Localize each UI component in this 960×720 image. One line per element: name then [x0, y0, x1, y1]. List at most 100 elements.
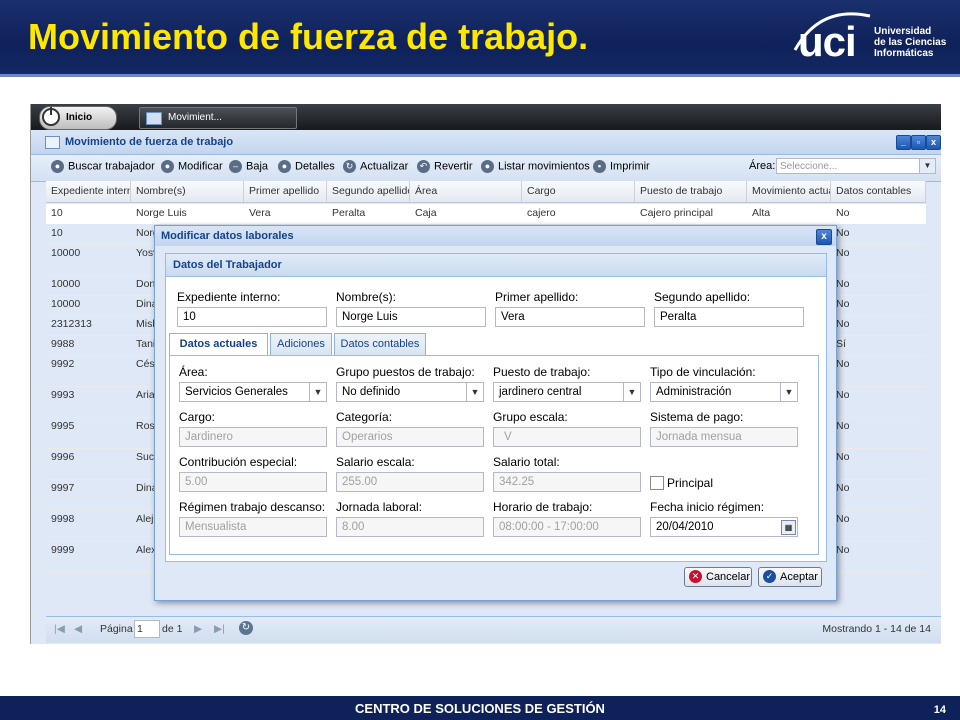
tab-adiciones[interactable]: Adiciones — [270, 333, 332, 355]
check-icon: ✓ — [763, 570, 776, 583]
regimen-field: Mensualista — [179, 517, 327, 537]
table-cell: No — [836, 513, 850, 525]
table-cell: 9999 — [51, 544, 75, 556]
table-cell: Cajero principal — [640, 207, 713, 219]
close-window-button[interactable]: x — [926, 135, 941, 150]
slide-footer: CENTRO DE SOLUCIONES DE GESTIÓN 14 — [0, 696, 960, 720]
table-cell: 9998 — [51, 513, 75, 525]
segundo-apellido-field[interactable]: Peralta — [654, 307, 804, 327]
print-icon: ▪ — [593, 160, 606, 173]
salario-escala-field: 255.00 — [336, 472, 484, 492]
grupo-puestos-select[interactable]: No definido ▼ — [336, 382, 484, 402]
tab-datos-actuales[interactable]: Datos actuales — [169, 333, 268, 356]
table-cell: 10000 — [51, 278, 81, 290]
table-cell: Sí — [836, 338, 846, 350]
section-title: Datos del Trabajador — [173, 259, 282, 271]
chevron-down-icon: ▼ — [919, 159, 935, 173]
slide-title: Movimiento de fuerza de trabajo. — [28, 16, 589, 57]
table-row[interactable]: 10 Norge Luis Vera Peralta Caja cajero Cajero … — [46, 204, 926, 225]
minimize-button[interactable]: _ — [896, 135, 911, 150]
refresh-icon[interactable]: ↻ — [239, 621, 253, 635]
table-cell: No — [836, 544, 850, 556]
table-cell: No — [836, 207, 850, 219]
table-cell: No — [836, 227, 850, 239]
grid-column-header[interactable]: Nombre(s) — [131, 181, 244, 202]
refresh-icon: ↻ — [343, 160, 356, 173]
cancel-icon: ✕ — [689, 570, 702, 583]
restore-button[interactable]: ▫ — [911, 135, 926, 150]
table-cell: 9995 — [51, 420, 75, 432]
grid-column-header[interactable]: Segundo apellido — [327, 181, 410, 202]
table-cell: No — [836, 482, 850, 494]
pagination-toolbar: |◀ ◀ Página 1 de 1 ▶ ▶| ↻ Mostrando 1 - … — [46, 616, 941, 643]
detalles-button[interactable]: ● Detalles — [278, 160, 335, 176]
grid-column-header[interactable]: Expediente intern — [46, 181, 131, 202]
table-cell: 10 — [51, 227, 63, 239]
accept-button[interactable]: ✓ Aceptar — [758, 567, 822, 587]
minus-icon: – — [229, 160, 242, 173]
table-cell: 9997 — [51, 482, 75, 494]
tab-datos-contables[interactable]: Datos contables — [334, 333, 426, 355]
next-page-icon[interactable]: ▶ — [194, 623, 202, 635]
grid-column-header[interactable]: Cargo — [522, 181, 635, 202]
categoria-field: Operarios — [336, 427, 484, 447]
area-select[interactable]: Servicios Generales ▼ — [179, 382, 327, 402]
prev-page-icon[interactable]: ◀ — [74, 623, 82, 635]
grupo-escala-field: V — [493, 427, 641, 447]
table-cell: No — [836, 358, 850, 370]
baja-button[interactable]: – Baja — [229, 160, 268, 176]
chevron-down-icon: ▼ — [780, 383, 797, 401]
buscar-trabajador-button[interactable]: ● Buscar trabajador — [51, 160, 155, 176]
principal-checkbox[interactable] — [650, 476, 664, 490]
cargo-field: Jardinero — [179, 427, 327, 447]
table-cell: Alta — [752, 207, 771, 219]
grid-column-header[interactable]: Movimiento actua — [747, 181, 831, 202]
uci-logo-word: uci — [798, 18, 857, 65]
grid-column-header[interactable]: Puesto de trabajo — [635, 181, 747, 202]
user-edit-icon: ● — [161, 160, 174, 173]
table-cell: 2312313 — [51, 318, 92, 330]
actualizar-button[interactable]: ↻ Actualizar — [343, 160, 408, 176]
area-filter-select[interactable]: Seleccione... ▼ — [776, 158, 936, 174]
datos-trabajador-panel: Datos del Trabajador Expediente interno:… — [165, 253, 827, 562]
expediente-field[interactable]: 10 — [177, 307, 327, 327]
dialog-titlebar: Modificar datos laborales x — [155, 226, 836, 246]
table-cell: 9996 — [51, 451, 75, 463]
first-page-icon[interactable]: |◀ — [54, 623, 65, 635]
taskbar-window-item[interactable]: Movimient... — [139, 107, 297, 129]
tipo-vinculacion-select[interactable]: Administración ▼ — [650, 382, 798, 402]
table-cell: 9993 — [51, 389, 75, 401]
puesto-trabajo-select[interactable]: jardinero central ▼ — [493, 382, 641, 402]
revertir-button[interactable]: ↶ Revertir — [417, 160, 473, 176]
details-icon: ● — [278, 160, 291, 173]
window-icon — [45, 136, 60, 149]
horario-field: 08:00:00 - 17:00:00 — [493, 517, 641, 537]
list-icon: ● — [481, 160, 494, 173]
primer-apellido-field[interactable]: Vera — [495, 307, 645, 327]
table-cell: Vera — [249, 207, 271, 219]
imprimir-button[interactable]: ▪ Imprimir — [593, 160, 650, 176]
window-icon — [146, 112, 162, 125]
table-cell: No — [836, 247, 850, 259]
nombre-field[interactable]: Norge Luis — [336, 307, 486, 327]
area-filter-label: Área: — [749, 160, 776, 172]
modificar-button[interactable]: ● Modificar — [161, 160, 223, 176]
table-cell: Peralta — [332, 207, 366, 219]
table-cell: No — [836, 389, 850, 401]
page-number-input[interactable]: 1 — [134, 620, 160, 638]
calendar-icon[interactable]: ▦ — [781, 520, 796, 535]
fecha-inicio-field[interactable]: 20/04/2010 ▦ — [650, 517, 798, 537]
chevron-down-icon: ▼ — [309, 383, 326, 401]
grid-column-header[interactable]: Datos contables — [831, 181, 926, 202]
last-page-icon[interactable]: ▶| — [214, 623, 225, 635]
close-dialog-button[interactable]: x — [816, 229, 832, 245]
grid-column-header[interactable]: Área — [410, 181, 522, 202]
grid-column-header[interactable]: Primer apellido — [244, 181, 327, 202]
slide-header: Movimiento de fuerza de trabajo. uci Uni… — [0, 0, 960, 77]
start-button[interactable]: Inicio — [39, 106, 117, 130]
table-cell: No — [836, 298, 850, 310]
cancel-button[interactable]: ✕ Cancelar — [684, 567, 752, 587]
listar-movimientos-button[interactable]: ● Listar movimientos — [481, 160, 590, 176]
table-cell: No — [836, 278, 850, 290]
table-cell: Caja — [415, 207, 437, 219]
